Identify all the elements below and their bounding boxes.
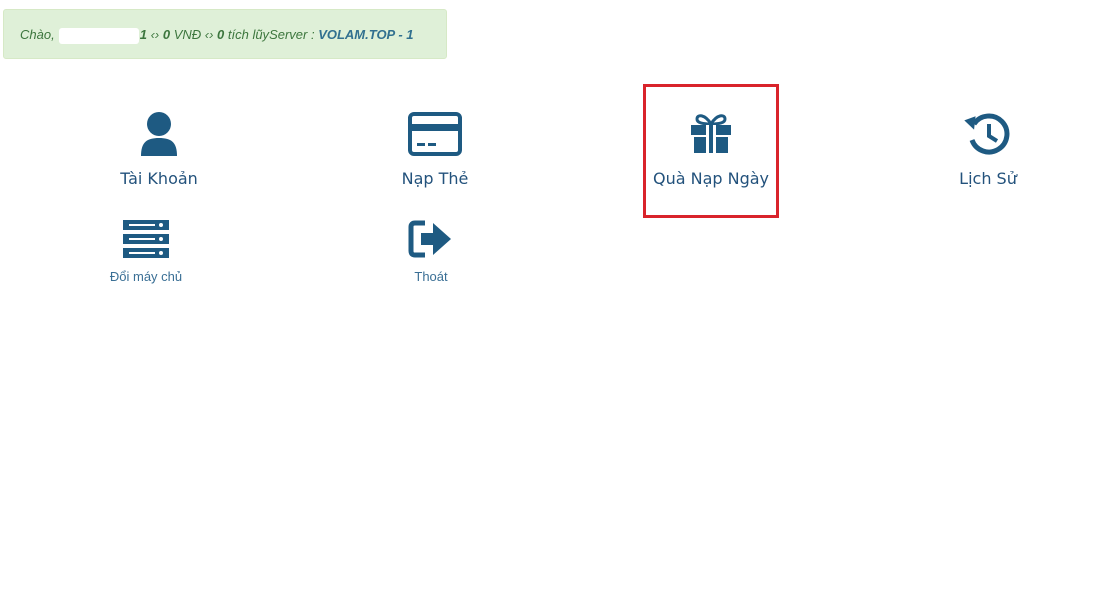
menu-label-topup: Nạp Thẻ bbox=[401, 169, 469, 188]
menu-item-logout[interactable]: Thoát bbox=[371, 218, 491, 284]
menu-item-topup[interactable]: Nạp Thẻ bbox=[375, 110, 495, 188]
greeting-suffix-digit: 1 bbox=[139, 27, 147, 42]
user-dashboard: Chào, 1 ‹› 0 VNĐ ‹› 0 tích lũyServer : VO… bbox=[0, 0, 1107, 590]
redacted-username bbox=[58, 27, 139, 44]
server-name: VOLAM.TOP - 1 bbox=[318, 27, 414, 42]
user-icon bbox=[99, 110, 219, 163]
menu-label-daily-gift: Quà Nạp Ngày bbox=[652, 169, 770, 188]
greeting-prefix: Chào, bbox=[20, 27, 55, 42]
history-icon bbox=[928, 110, 1048, 163]
greeting-separator: ‹› bbox=[150, 27, 163, 42]
sign-out-icon bbox=[371, 218, 491, 265]
menu-item-account[interactable]: Tài Khoản bbox=[99, 110, 219, 188]
points-label: tích lũy bbox=[224, 27, 270, 42]
menu-item-change-server[interactable]: Đổi máy chủ bbox=[86, 218, 206, 284]
greeting-separator: ‹› bbox=[204, 27, 218, 42]
menu-label-logout: Thoát bbox=[414, 269, 448, 284]
menu-label-account: Tài Khoản bbox=[120, 169, 198, 188]
menu-label-history: Lịch Sử bbox=[959, 169, 1017, 188]
gift-icon bbox=[643, 110, 779, 163]
menu-item-history[interactable]: Lịch Sử bbox=[928, 110, 1048, 188]
menu-item-daily-gift[interactable]: Quà Nạp Ngày bbox=[643, 110, 779, 188]
credit-card-icon bbox=[375, 110, 495, 163]
balance-unit: VNĐ bbox=[170, 27, 205, 42]
server-icon bbox=[86, 218, 206, 265]
menu-label-change-server: Đổi máy chủ bbox=[109, 269, 183, 284]
greeting-alert: Chào, 1 ‹› 0 VNĐ ‹› 0 tích lũyServer : VO… bbox=[3, 9, 447, 59]
balance-value: 0 bbox=[162, 27, 171, 42]
server-label: Server : bbox=[269, 27, 319, 42]
